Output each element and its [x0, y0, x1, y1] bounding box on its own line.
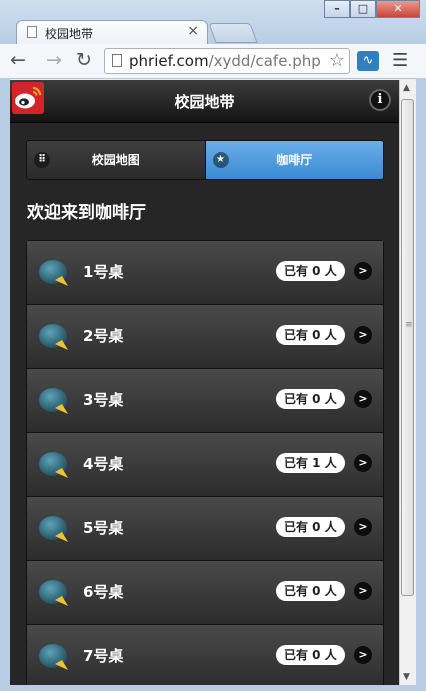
chevron-right-icon[interactable]: >: [354, 326, 372, 344]
table-name: 7号桌: [83, 647, 124, 665]
table-row[interactable]: 3号桌 已有 0 人 >: [27, 369, 383, 433]
info-button[interactable]: i: [369, 89, 391, 111]
occupancy-badge: 已有 0 人: [276, 581, 345, 601]
tab-campus-map[interactable]: ⠿ 校园地图: [27, 141, 206, 179]
address-bar[interactable]: phrief.com/xydd/cafe.php ☆: [104, 48, 350, 74]
table-name: 4号桌: [83, 455, 124, 473]
minimize-button[interactable]: –: [324, 0, 350, 18]
occupancy-badge: 已有 0 人: [276, 325, 345, 345]
scroll-up-arrow-icon[interactable]: ▲: [403, 83, 410, 93]
scroll-grip-icon: ≡: [405, 320, 413, 330]
tab-title: 校园地带: [45, 27, 94, 41]
star-icon: ★: [212, 152, 229, 168]
table-row[interactable]: 1号桌 已有 0 人 >: [27, 241, 383, 305]
occupancy-badge: 已有 0 人: [276, 389, 345, 409]
table-list: 1号桌 已有 0 人 >2号桌 已有 0 人 >3号桌 已有 0 人 >4号桌 已有 1 人 >…: [26, 240, 384, 685]
chat-bubble-icon: [37, 384, 71, 418]
window-frame-bottom: [0, 685, 426, 691]
table-row[interactable]: 6号桌 已有 0 人 >: [27, 561, 383, 625]
page-content: 校园地带 i ⠿ 校园地图 ★ 咖啡厅 欢迎来到咖啡厅 1号桌 已有 0 人 >2号…: [10, 80, 399, 685]
chat-bubble-icon: [37, 576, 71, 610]
table-name: 6号桌: [83, 583, 124, 601]
welcome-heading: 欢迎来到咖啡厅: [27, 203, 146, 223]
chat-bubble-icon: [37, 512, 71, 546]
forward-arrow-icon[interactable]: →: [46, 49, 62, 71]
tab-cafe[interactable]: ★ 咖啡厅: [205, 141, 383, 179]
browser-toolbar: ← → ↻ phrief.com/xydd/cafe.php ☆ ∿ ☰: [0, 44, 426, 79]
chevron-right-icon[interactable]: >: [354, 454, 372, 472]
table-row[interactable]: 4号桌 已有 1 人 >: [27, 433, 383, 497]
address-url: phrief.com/xydd/cafe.php: [129, 52, 321, 70]
grid-icon: ⠿: [34, 152, 50, 168]
chat-bubble-icon: [37, 640, 71, 674]
window-controls: – □ ✕: [324, 0, 420, 18]
new-tab-button[interactable]: [208, 23, 258, 43]
chevron-right-icon[interactable]: >: [354, 582, 372, 600]
table-name: 3号桌: [83, 391, 124, 409]
occupancy-badge: 已有 1 人: [276, 453, 345, 473]
occupancy-badge: 已有 0 人: [276, 261, 345, 281]
page-favicon-icon: [27, 26, 37, 38]
table-row[interactable]: 2号桌 已有 0 人 >: [27, 305, 383, 369]
chevron-right-icon[interactable]: >: [354, 262, 372, 280]
scroll-thumb[interactable]: ≡: [401, 99, 414, 596]
table-name: 2号桌: [83, 327, 124, 345]
scroll-down-arrow-icon[interactable]: ▼: [403, 672, 410, 682]
bookmark-star-icon[interactable]: ☆: [329, 50, 345, 71]
table-row[interactable]: 5号桌 已有 0 人 >: [27, 497, 383, 561]
vertical-scrollbar[interactable]: ▲ ≡ ▼: [399, 80, 416, 685]
table-name: 1号桌: [83, 263, 124, 281]
browser-tab[interactable]: 校园地带 ×: [16, 20, 208, 44]
tab-label: 校园地图: [91, 153, 140, 167]
tab-label: 咖啡厅: [276, 153, 313, 167]
browser-titlebar: 校园地带 × – □ ✕: [0, 0, 426, 44]
tab-close-icon[interactable]: ×: [187, 23, 199, 39]
page-title: 校园地带: [174, 93, 235, 111]
back-arrow-icon[interactable]: ←: [10, 49, 26, 71]
app-header: 校园地带 i: [10, 80, 399, 123]
reload-icon[interactable]: ↻: [76, 49, 92, 71]
chat-bubble-icon: [37, 320, 71, 354]
maximize-button[interactable]: □: [350, 0, 376, 18]
occupancy-badge: 已有 0 人: [276, 645, 345, 665]
close-window-button[interactable]: ✕: [376, 0, 420, 18]
window-frame-left: [0, 78, 10, 691]
occupancy-badge: 已有 0 人: [276, 517, 345, 537]
table-name: 5号桌: [83, 519, 124, 537]
nav-tabs: ⠿ 校园地图 ★ 咖啡厅: [26, 140, 384, 180]
extension-icon[interactable]: ∿: [357, 51, 379, 71]
chevron-right-icon[interactable]: >: [354, 518, 372, 536]
chevron-right-icon[interactable]: >: [354, 646, 372, 664]
chevron-right-icon[interactable]: >: [354, 390, 372, 408]
table-row[interactable]: 7号桌 已有 0 人 >: [27, 625, 383, 685]
page-icon: [112, 54, 122, 67]
window-frame-right: [416, 78, 426, 691]
chat-bubble-icon: [37, 256, 71, 290]
chat-bubble-icon: [37, 448, 71, 482]
menu-icon[interactable]: ☰: [392, 50, 408, 71]
